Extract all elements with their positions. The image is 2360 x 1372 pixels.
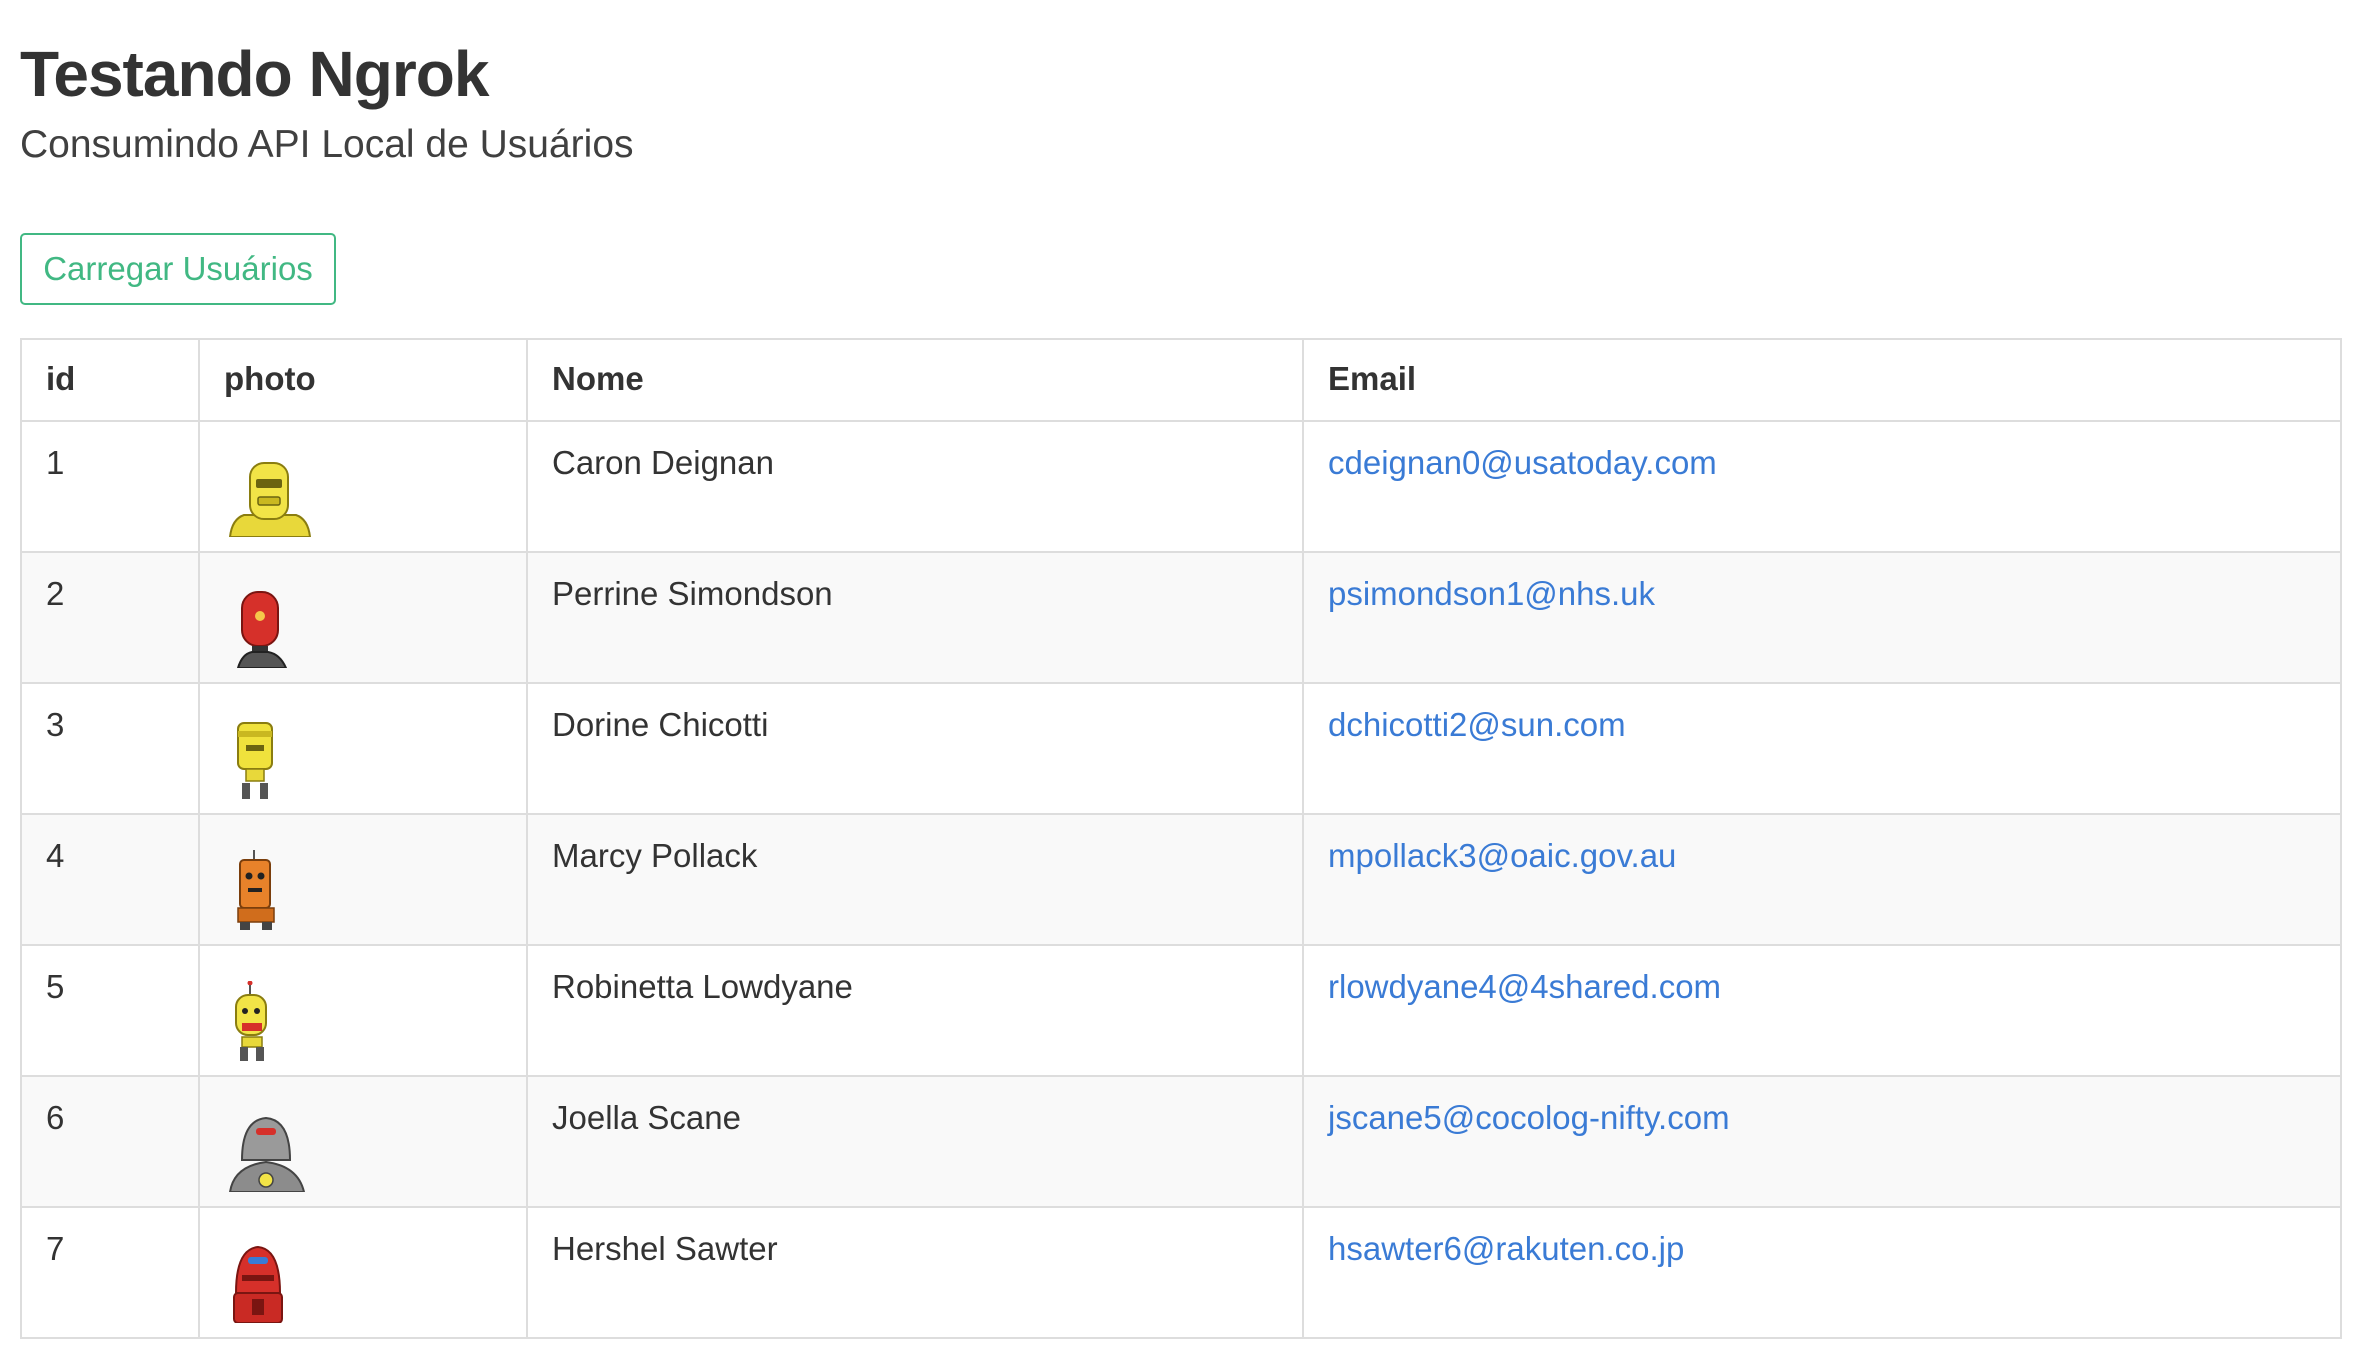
table-row: 4 Marcy Pollack mpollack3@oaic.gov.au: [20, 813, 2342, 946]
users-table: id photo Nome Email 1 Caron Deignan cdei…: [20, 338, 2342, 1339]
row-email: cdeignan0@usatoday.com: [1302, 420, 2342, 553]
email-link[interactable]: mpollack3@oaic.gov.au: [1328, 837, 1676, 874]
page-subtitle: Consumindo API Local de Usuários: [20, 123, 634, 166]
row-id: 7: [20, 1206, 200, 1339]
photo-cell: [198, 1075, 528, 1208]
row-id: 6: [20, 1075, 200, 1208]
email-link[interactable]: hsawter6@rakuten.co.jp: [1328, 1230, 1684, 1267]
row-nome: Marcy Pollack: [526, 813, 1304, 946]
email-link[interactable]: cdeignan0@usatoday.com: [1328, 444, 1717, 481]
email-link[interactable]: rlowdyane4@4shared.com: [1328, 968, 1721, 1005]
row-nome: Caron Deignan: [526, 420, 1304, 553]
row-email: hsawter6@rakuten.co.jp: [1302, 1206, 2342, 1339]
photo-cell: [198, 551, 528, 684]
row-email: jscane5@cocolog-nifty.com: [1302, 1075, 2342, 1208]
photo-cell: [198, 1206, 528, 1339]
robot-avatar-icon: [233, 1245, 283, 1323]
robot-avatar-icon: [228, 1116, 306, 1192]
robot-avatar-icon: [237, 850, 275, 930]
row-email: psimondson1@nhs.uk: [1302, 551, 2342, 684]
column-header-photo: photo: [198, 338, 528, 422]
robot-avatar-icon: [228, 462, 312, 537]
robot-avatar-icon: [237, 722, 273, 799]
row-nome: Robinetta Lowdyane: [526, 944, 1304, 1077]
table-header-row: id photo Nome Email: [20, 338, 2342, 422]
table-row: 5 Robinetta Lowdyane rlowdyane4@4shared.…: [20, 944, 2342, 1077]
row-id: 3: [20, 682, 200, 815]
robot-avatar-icon: [236, 591, 288, 668]
table-row: 2 Perrine Simondson psimondson1@nhs.uk: [20, 551, 2342, 684]
table-row: 7 Hershel Sawter hsawter6@rakuten.co.jp: [20, 1206, 2342, 1339]
row-id: 4: [20, 813, 200, 946]
column-header-id: id: [20, 338, 200, 422]
row-nome: Dorine Chicotti: [526, 682, 1304, 815]
table-row: 3 Dorine Chicotti dchicotti2@sun.com: [20, 682, 2342, 815]
photo-cell: [198, 682, 528, 815]
load-users-button[interactable]: Carregar Usuários: [20, 233, 336, 305]
email-link[interactable]: jscane5@cocolog-nifty.com: [1328, 1099, 1730, 1136]
row-id: 1: [20, 420, 200, 553]
row-email: dchicotti2@sun.com: [1302, 682, 2342, 815]
page: Testando Ngrok Consumindo API Local de U…: [0, 0, 2360, 1372]
row-email: rlowdyane4@4shared.com: [1302, 944, 2342, 1077]
table-row: 1 Caron Deignan cdeignan0@usatoday.com: [20, 420, 2342, 553]
email-link[interactable]: psimondson1@nhs.uk: [1328, 575, 1655, 612]
row-id: 2: [20, 551, 200, 684]
table-row: 6 Joella Scane jscane5@cocolog-nifty.com: [20, 1075, 2342, 1208]
photo-cell: [198, 420, 528, 553]
column-header-email: Email: [1302, 338, 2342, 422]
email-link[interactable]: dchicotti2@sun.com: [1328, 706, 1626, 743]
robot-avatar-icon: [235, 981, 267, 1061]
photo-cell: [198, 813, 528, 946]
row-nome: Joella Scane: [526, 1075, 1304, 1208]
row-email: mpollack3@oaic.gov.au: [1302, 813, 2342, 946]
page-title: Testando Ngrok: [20, 38, 489, 110]
row-id: 5: [20, 944, 200, 1077]
row-nome: Hershel Sawter: [526, 1206, 1304, 1339]
row-nome: Perrine Simondson: [526, 551, 1304, 684]
column-header-nome: Nome: [526, 338, 1304, 422]
photo-cell: [198, 944, 528, 1077]
